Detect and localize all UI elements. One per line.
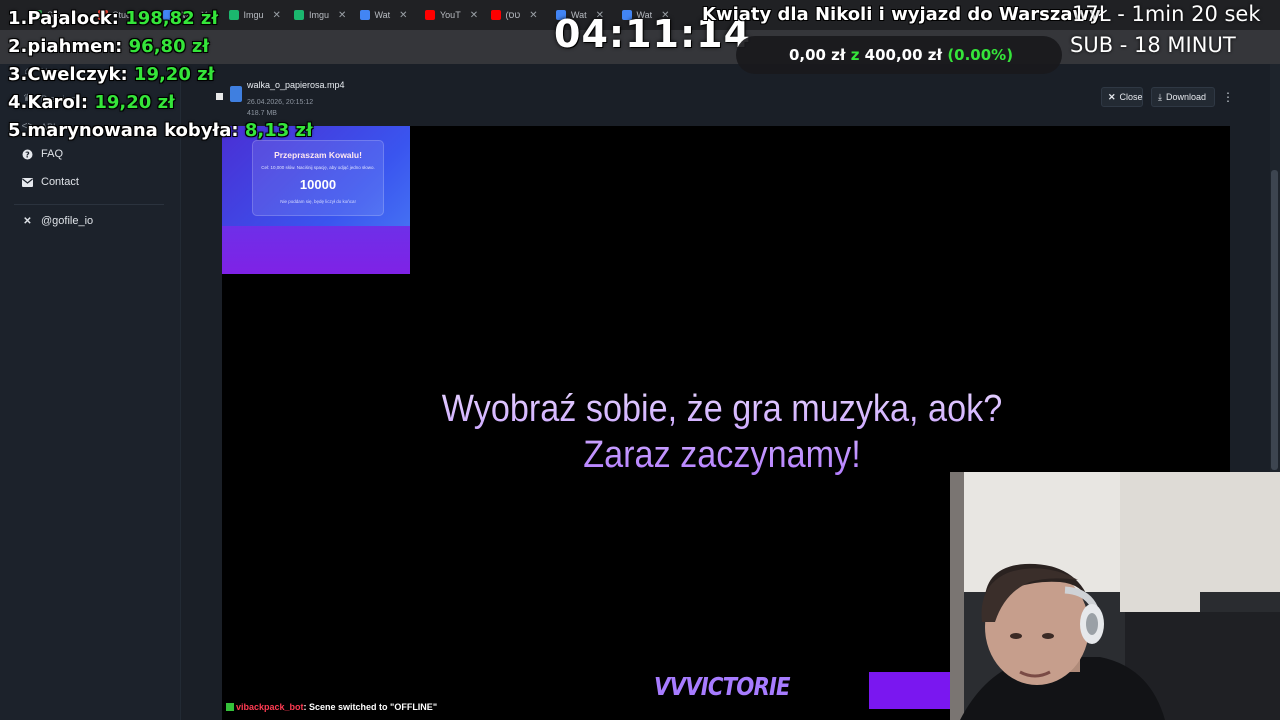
more-options-icon[interactable]: ⋮ [1220, 87, 1236, 107]
caption-line: Wyobraź sobie, że gra muzyka, aok? [441, 388, 1003, 430]
mail-icon [22, 177, 33, 188]
chat-username: vibackpack_bot [236, 702, 304, 712]
tab-close-icon[interactable]: ✕ [399, 10, 407, 21]
sidebar-item-social[interactable]: ✕ @gofile_io [22, 215, 93, 227]
tab-close-icon[interactable]: ✕ [470, 10, 478, 21]
widget-footer-band [222, 226, 410, 274]
chat-text: : Scene switched to "OFFLINE" [303, 702, 438, 712]
leaderboard-row: 5.marynowana kobyła: 8,13 zł [8, 120, 313, 141]
chat-message: vibackpack_bot: Scene switched to "OFFLI… [226, 702, 437, 712]
leaderboard-name: Karol: [27, 92, 89, 113]
file-date: 26.04.2026, 20:15:12 [247, 99, 314, 106]
download-icon: ⤓ [1158, 91, 1162, 102]
leaderboard-name: Pajalock: [27, 8, 119, 29]
leaderboard-amount: 19,20 zł [94, 92, 175, 113]
sub-timer-info: 17Ł - 1min 20 sek [1072, 2, 1261, 26]
widget-counter: 10000 [299, 177, 337, 192]
webcam-image [950, 472, 1280, 720]
tab-favicon-icon [294, 10, 304, 20]
leaderboard-amount: 19,20 zł [133, 64, 215, 85]
x-logo-icon: ✕ [23, 215, 32, 227]
browser-tab[interactable]: Imgu ✕ [228, 4, 281, 26]
streamer-logo: VVVICTORIE [654, 672, 791, 701]
webcam-feed [950, 472, 1280, 720]
sidebar-item-label: FAQ [41, 148, 64, 160]
close-icon: ✕ [1108, 91, 1116, 102]
goal-target: 400,00 zł [864, 46, 943, 64]
svg-text:?: ? [25, 150, 30, 159]
sidebar-item-contact[interactable]: Contact [22, 176, 79, 188]
download-button[interactable]: ⤓ Download [1151, 87, 1215, 107]
leaderboard-row: 3.Cwelczyk: 19,20 zł [8, 64, 214, 85]
goal-current: 0,00 zł [788, 46, 846, 64]
leaderboard-row: 2.piahmen: 96,80 zł [8, 36, 209, 57]
sub-timer-info: SUB - 18 MINUT [1070, 33, 1236, 57]
goal-progress-text: 0,00 zł z 400,00 zł (0.00%) [736, 46, 1066, 64]
browser-tab[interactable]: YouT ✕ [425, 4, 478, 26]
scrollbar-thumb[interactable] [1271, 170, 1278, 470]
sidebar-divider [14, 204, 164, 205]
tab-favicon-icon [425, 10, 435, 20]
tab-close-icon[interactable]: ✕ [529, 10, 537, 21]
leaderboard-rank: 1. [8, 8, 28, 29]
tab-label: Imgu [243, 10, 264, 20]
file-name[interactable]: walka_o_papierosa.mp4 [247, 80, 345, 90]
browser-tab[interactable]: Imgu ✕ [294, 4, 346, 26]
leaderboard-row: 4.Karol: 19,20 zł [8, 92, 175, 113]
tab-close-icon[interactable]: ✕ [338, 10, 346, 21]
leaderboard-name: piahmen: [27, 36, 123, 57]
close-label: Close [1119, 92, 1143, 102]
tab-close-icon[interactable]: ✕ [273, 10, 281, 21]
download-label: Download [1165, 92, 1207, 102]
widget-subtitle: Cel: 10,000 słów. Naciśnij spację, aby o… [261, 165, 375, 170]
bot-badge-icon [226, 703, 234, 711]
word-counter-widget: Przepraszam Kowalu! Cel: 10,000 słów. Na… [222, 126, 410, 274]
leaderboard-rank: 2. [8, 36, 28, 57]
file-meta: 26.04.2026, 20:15:12 418.7 MB [247, 97, 313, 119]
close-button[interactable]: ✕ Close [1101, 87, 1143, 107]
file-checkbox[interactable] [216, 93, 223, 100]
stream-caption: Wyobraź sobie, że gra muzyka, aok? Zaraz… [272, 386, 1172, 478]
leaderboard-amount: 198,82 zł [125, 8, 219, 29]
leaderboard-amount: 8,13 zł [244, 120, 313, 141]
sidebar: ⌂ Home ♛ Premium <> API ? FAQ Contact ✕ … [0, 64, 181, 720]
leaderboard-rank: 4. [8, 92, 28, 113]
overlay-accent-block [869, 672, 950, 709]
goal-progress-bar: 0,00 zł z 400,00 zł (0.00%) [736, 36, 1062, 74]
tab-label: YouT [440, 10, 461, 20]
goal-title: Kwiaty dla Nikoli i wyjazd do Warszawy [702, 4, 1101, 25]
goal-percent: (0.00%) [947, 46, 1014, 64]
sidebar-item-faq[interactable]: ? FAQ [22, 148, 63, 160]
question-icon: ? [22, 149, 33, 160]
tab-label: Imgu [309, 10, 330, 20]
goal-separator: z [850, 46, 860, 64]
leaderboard-row: 1.Pajalock: 198,82 zł [8, 8, 218, 29]
tab-label: Wat [374, 10, 391, 20]
leaderboard-rank: 5. [8, 120, 28, 141]
sidebar-item-label: Contact [41, 176, 79, 188]
file-size: 418.7 MB [247, 110, 277, 117]
leaderboard-rank: 3. [8, 64, 28, 85]
leaderboard-name: marynowana kobyła: [27, 120, 239, 141]
leaderboard-name: Cwelczyk: [27, 64, 128, 85]
browser-tab[interactable]: (טס ✕ [490, 4, 538, 26]
widget-footer: Nie poddam się, będę liczył do końca! [280, 199, 356, 204]
tab-favicon-icon [490, 10, 501, 20]
file-document-icon [230, 86, 242, 102]
leaderboard-amount: 96,80 zł [128, 36, 210, 57]
browser-tab[interactable]: Wat ✕ [359, 4, 408, 26]
tab-favicon-icon [228, 10, 239, 20]
widget-panel: Przepraszam Kowalu! Cel: 10,000 słów. Na… [252, 140, 384, 216]
sidebar-item-label: @gofile_io [41, 215, 94, 227]
tab-label: (טס [505, 10, 521, 20]
tab-favicon-icon [359, 10, 370, 20]
widget-title: Przepraszam Kowalu! [274, 150, 362, 160]
